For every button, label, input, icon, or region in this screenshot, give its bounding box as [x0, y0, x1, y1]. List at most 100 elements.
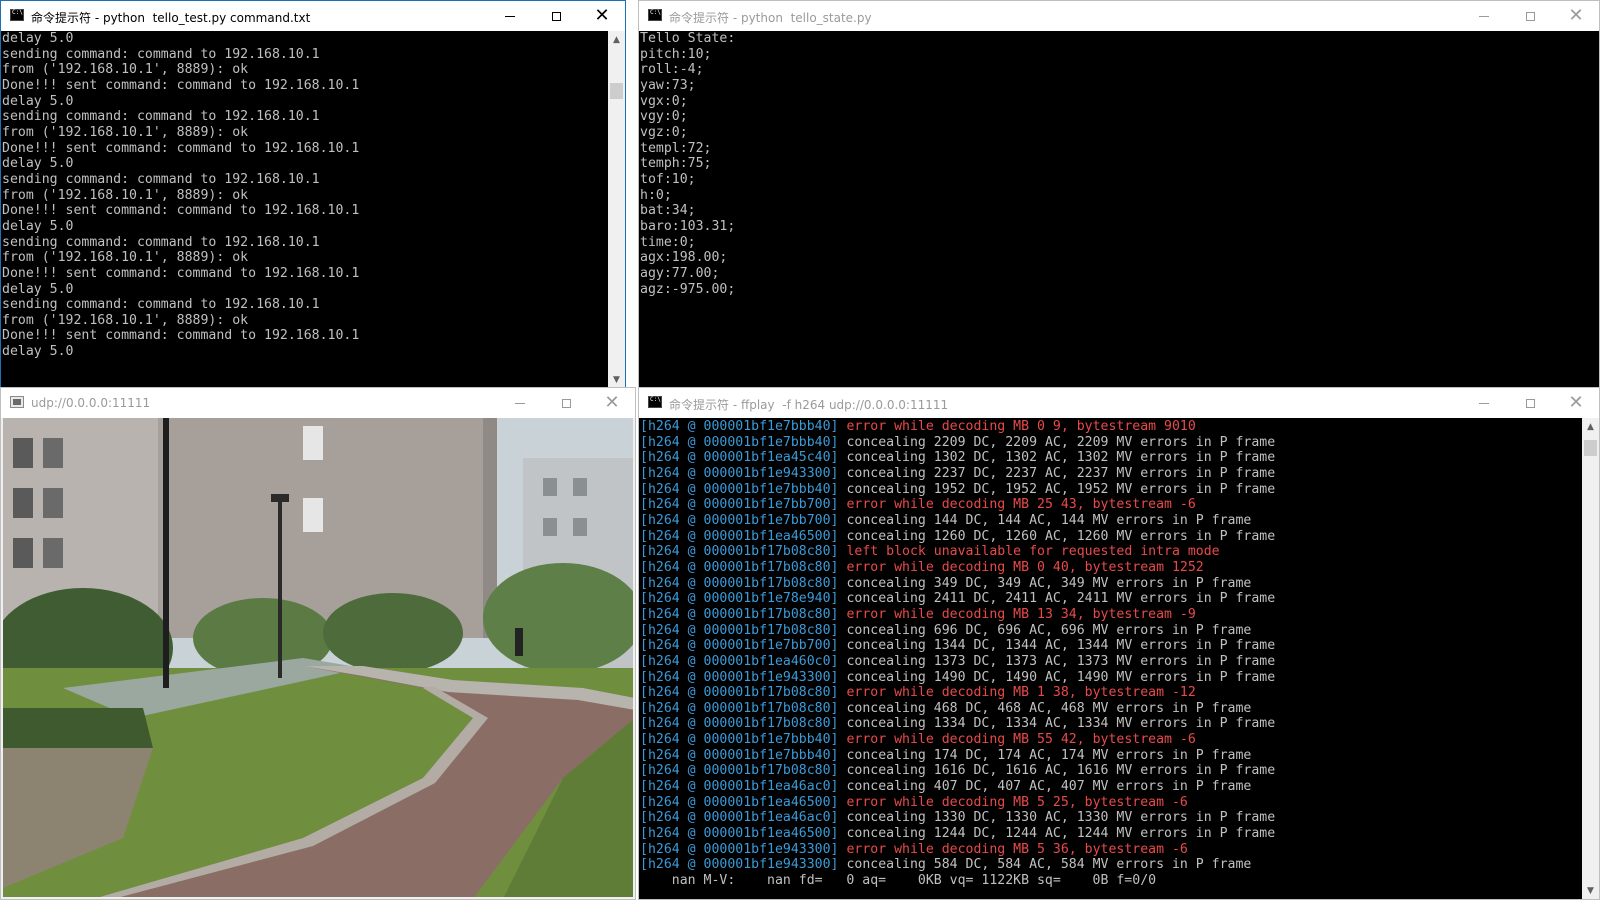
scroll-down-icon[interactable]: ▼	[1582, 882, 1599, 899]
log-prefix: [h264 @ 000001bf1e7bbb40]	[640, 747, 839, 763]
maximize-icon	[561, 398, 571, 408]
log-prefix: [h264 @ 000001bf1ea46500]	[640, 794, 839, 810]
close-button[interactable]: ✕	[1553, 1, 1599, 31]
console-line: sending command: command to 192.168.10.1	[2, 171, 320, 187]
log-prefix: [h264 @ 000001bf17b08c80]	[640, 575, 839, 591]
log-message: concealing 1490 DC, 1490 AC, 1490 MV err…	[846, 669, 1276, 685]
scroll-up-icon[interactable]: ▲	[608, 31, 625, 48]
log-prefix: [h264 @ 000001bf1e7bbb40]	[640, 434, 839, 450]
console-line: Done!!! sent command: command to 192.168…	[2, 203, 360, 219]
maximize-icon	[1525, 398, 1535, 408]
log-error-message: error while decoding MB 5 36, bytestream…	[846, 841, 1188, 857]
log-message: concealing 1260 DC, 1260 AC, 1260 MV err…	[846, 528, 1276, 544]
scroll-up-icon[interactable]: ▲	[1582, 418, 1599, 435]
console-line: vgz:0;	[640, 124, 688, 140]
console-line: pitch:10;	[640, 46, 712, 62]
log-line: [h264 @ 000001bf1ea46500] concealing 126…	[640, 529, 1275, 545]
console-line: roll:-4;	[640, 62, 704, 78]
log-prefix: [h264 @ 000001bf1e78e940]	[640, 591, 839, 607]
console-line: vgx:0;	[640, 93, 688, 109]
log-line: [h264 @ 000001bf17b08c80] concealing 133…	[640, 716, 1275, 732]
maximize-button[interactable]	[1507, 388, 1553, 418]
log-prefix: [h264 @ 000001bf17b08c80]	[640, 763, 839, 779]
log-prefix: [h264 @ 000001bf1e7bbb40]	[640, 481, 839, 497]
console-line: sending command: command to 192.168.10.1	[2, 46, 320, 62]
scroll-down-icon[interactable]: ▼	[608, 371, 625, 388]
log-line: [h264 @ 000001bf1e7bb700] error while de…	[640, 497, 1275, 513]
minimize-button[interactable]	[1461, 388, 1507, 418]
window-tello-state[interactable]: 命令提示符 - python tello_state.py ✕ Tello St…	[638, 0, 1600, 389]
close-icon: ✕	[604, 392, 620, 413]
console-line: agy:77.00;	[640, 265, 720, 281]
vertical-scrollbar[interactable]: ▲ ▼	[1582, 418, 1599, 899]
log-prefix: [h264 @ 000001bf1ea46ac0]	[640, 779, 839, 795]
log-prefix: [h264 @ 000001bf1ea45c40]	[640, 450, 839, 466]
minimize-button[interactable]	[497, 388, 543, 418]
log-line: [h264 @ 000001bf1e943300] concealing 149…	[640, 670, 1275, 686]
console-line: Done!!! sent command: command to 192.168…	[2, 265, 360, 281]
titlebar-ffplay[interactable]: 命令提示符 - ffplay -f h264 udp://0.0.0.0:111…	[639, 388, 1599, 418]
log-message: concealing 1330 DC, 1330 AC, 1330 MV err…	[846, 810, 1276, 826]
console-line: from ('192.168.10.1', 8889): ok	[2, 187, 249, 203]
minimize-button[interactable]	[1461, 1, 1507, 31]
log-line: [h264 @ 000001bf1e943300] error while de…	[640, 842, 1275, 858]
console-line: bat:34;	[640, 203, 696, 219]
close-button[interactable]: ✕	[579, 1, 625, 31]
titlebar-video[interactable]: udp://0.0.0.0:11111 ✕	[1, 388, 635, 418]
scroll-thumb[interactable]	[610, 83, 623, 99]
maximize-button[interactable]	[543, 388, 589, 418]
minimize-button[interactable]	[487, 1, 533, 31]
maximize-button[interactable]	[1507, 1, 1553, 31]
log-error-message: left block unavailable for requested int…	[846, 544, 1220, 560]
window-title: 命令提示符 - ffplay -f h264 udp://0.0.0.0:111…	[669, 398, 949, 412]
console-line: temph:75;	[640, 156, 712, 172]
maximize-icon	[1525, 11, 1535, 21]
window-video[interactable]: udp://0.0.0.0:11111 ✕	[0, 387, 636, 900]
log-prefix: [h264 @ 000001bf1e7bb700]	[640, 497, 839, 513]
log-message: concealing 407 DC, 407 AC, 407 MV errors…	[846, 779, 1252, 795]
console-line: tof:10;	[640, 171, 696, 187]
log-line: [h264 @ 000001bf1e7bbb40] concealing 220…	[640, 435, 1275, 451]
log-prefix: [h264 @ 000001bf1e7bb700]	[640, 638, 839, 654]
log-line: [h264 @ 000001bf1ea46500] error while de…	[640, 795, 1275, 811]
close-icon: ✕	[1568, 392, 1584, 413]
close-button[interactable]: ✕	[1553, 388, 1599, 418]
titlebar-tello-test[interactable]: 命令提示符 - python tello_test.py command.txt…	[1, 1, 625, 31]
log-message: concealing 1302 DC, 1302 AC, 1302 MV err…	[846, 450, 1276, 466]
log-line: [h264 @ 000001bf1ea45c40] concealing 130…	[640, 450, 1275, 466]
scroll-thumb[interactable]	[1584, 440, 1597, 456]
log-line: [h264 @ 000001bf1e78e940] concealing 241…	[640, 591, 1275, 607]
titlebar-tello-state[interactable]: 命令提示符 - python tello_state.py ✕	[639, 1, 1599, 31]
log-line: [h264 @ 000001bf1ea46ac0] concealing 133…	[640, 810, 1275, 826]
log-prefix: [h264 @ 000001bf17b08c80]	[640, 622, 839, 638]
log-prefix: [h264 @ 000001bf1e7bbb40]	[640, 732, 839, 748]
log-prefix: [h264 @ 000001bf17b08c80]	[640, 700, 839, 716]
window-title: 命令提示符 - python tello_state.py	[669, 11, 872, 25]
console-line: h:0;	[640, 187, 672, 203]
window-ffplay[interactable]: 命令提示符 - ffplay -f h264 udp://0.0.0.0:111…	[638, 387, 1600, 900]
ffplay-status-line: nan M-V: nan fd= 0 aq= 0KB vq= 1122KB sq…	[640, 873, 1157, 889]
maximize-button[interactable]	[533, 1, 579, 31]
log-line: [h264 @ 000001bf1ea460c0] concealing 137…	[640, 654, 1275, 670]
log-prefix: [h264 @ 000001bf1ea46ac0]	[640, 810, 839, 826]
vertical-scrollbar[interactable]: ▲ ▼	[608, 31, 625, 388]
console-line: from ('192.168.10.1', 8889): ok	[2, 250, 249, 266]
log-line: [h264 @ 000001bf1ea46ac0] concealing 407…	[640, 779, 1275, 795]
log-line: [h264 @ 000001bf17b08c80] error while de…	[640, 607, 1275, 623]
log-prefix: [h264 @ 000001bf1ea46500]	[640, 528, 839, 544]
maximize-icon	[551, 11, 561, 21]
console-line: sending command: command to 192.168.10.1	[2, 297, 320, 313]
log-prefix: [h264 @ 000001bf17b08c80]	[640, 685, 839, 701]
log-prefix: [h264 @ 000001bf17b08c80]	[640, 716, 839, 732]
log-line: [h264 @ 000001bf17b08c80] concealing 161…	[640, 763, 1275, 779]
log-prefix: [h264 @ 000001bf1e7bbb40]	[640, 419, 839, 434]
log-error-message: error while decoding MB 0 40, bytestream…	[846, 559, 1204, 575]
log-message: concealing 468 DC, 468 AC, 468 MV errors…	[846, 700, 1252, 716]
console-line: agx:198.00;	[640, 250, 728, 266]
console-line: delay 5.0	[2, 281, 74, 297]
log-error-message: error while decoding MB 0 9, bytestream …	[846, 419, 1196, 434]
close-button[interactable]: ✕	[589, 388, 635, 418]
log-prefix: [h264 @ 000001bf17b08c80]	[640, 606, 839, 622]
minimize-icon	[1479, 15, 1489, 17]
window-tello-test[interactable]: 命令提示符 - python tello_test.py command.txt…	[0, 0, 626, 389]
